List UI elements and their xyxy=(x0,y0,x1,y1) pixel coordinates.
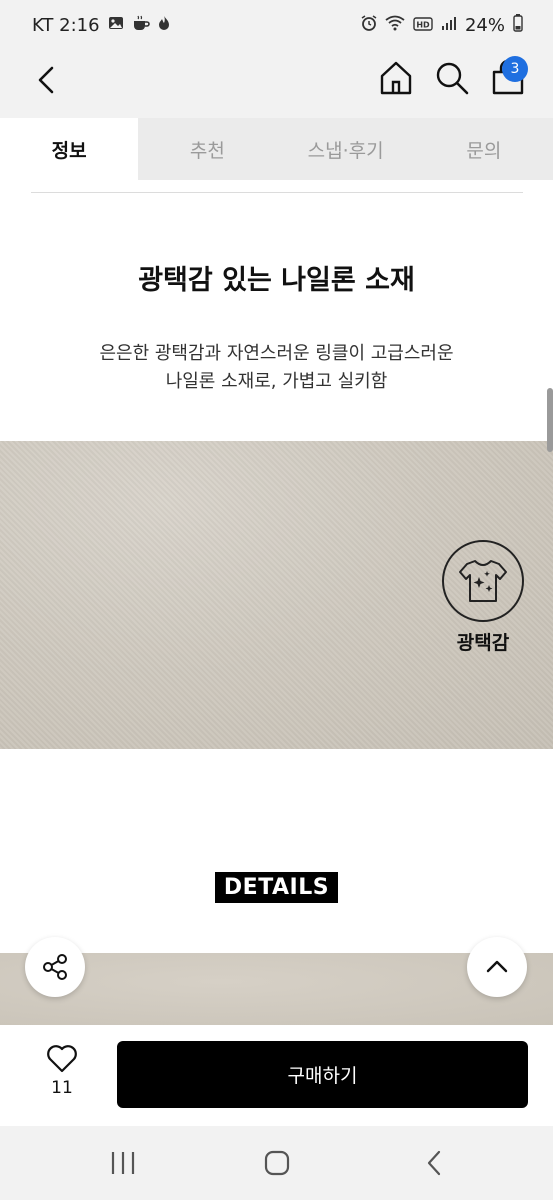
like-button[interactable]: 11 xyxy=(36,1044,88,1104)
carrier-time: KT 2:16 xyxy=(32,14,100,36)
search-icon xyxy=(436,62,469,95)
scroll-to-top-button[interactable] xyxy=(467,937,527,997)
system-back-button[interactable] xyxy=(420,1149,448,1177)
description-line-1: 은은한 광택감과 자연스러운 링클이 고급스러운 xyxy=(99,343,454,364)
hd-icon: HD xyxy=(413,16,433,35)
share-button[interactable] xyxy=(25,937,85,997)
recent-apps-button[interactable] xyxy=(108,1150,138,1176)
tab-inquiry[interactable]: 문의 xyxy=(415,118,553,180)
back-button[interactable] xyxy=(26,60,66,100)
home-icon xyxy=(380,61,412,95)
app-header xyxy=(0,50,553,118)
system-back-icon xyxy=(427,1150,441,1176)
flame-icon xyxy=(158,15,170,35)
status-bar: KT 2:16 HD 24% xyxy=(0,0,553,50)
status-left: KT 2:16 xyxy=(32,15,170,36)
description-line-2: 나일론 소재로, 가볍고 실키함 xyxy=(165,371,388,392)
back-arrow-icon xyxy=(38,66,54,94)
tab-info[interactable]: 정보 xyxy=(0,118,139,180)
alarm-icon xyxy=(361,15,377,35)
tab-recommend[interactable]: 추천 xyxy=(138,118,276,180)
chevron-up-icon xyxy=(486,960,508,973)
feature-headline: 광택감 있는 나일론 소재 xyxy=(138,265,415,296)
battery-percent: 24% xyxy=(464,14,505,36)
sheen-badge xyxy=(442,540,524,622)
battery-icon xyxy=(513,14,523,36)
share-icon xyxy=(43,954,67,980)
wifi-icon xyxy=(385,15,405,35)
feature-description: 은은한 광택감과 자연스러운 링클이 고급스러운 나일론 소재로, 가볍고 실키… xyxy=(0,340,553,396)
buy-button[interactable]: 구매하기 xyxy=(117,1041,528,1108)
recents-icon xyxy=(111,1152,135,1174)
gallery-icon xyxy=(108,15,124,35)
coffee-icon xyxy=(132,15,150,35)
scrollbar-thumb[interactable] xyxy=(547,388,553,452)
svg-text:HD: HD xyxy=(416,20,430,29)
like-count: 11 xyxy=(51,1078,73,1098)
signal-icon xyxy=(441,15,457,35)
home-button[interactable] xyxy=(376,58,416,98)
product-tabs: 정보 추천 스냅·후기 문의 xyxy=(0,118,553,180)
system-home-button[interactable] xyxy=(262,1149,292,1177)
tab-snap-review[interactable]: 스냅·후기 xyxy=(277,118,415,180)
heart-icon xyxy=(47,1045,77,1073)
details-heading: DETAILS xyxy=(215,872,338,903)
status-right: HD 24% xyxy=(361,14,523,36)
cart-count-badge: 3 xyxy=(502,56,528,82)
section-divider xyxy=(31,192,523,193)
search-button[interactable] xyxy=(432,58,472,98)
shirt-sparkle-icon xyxy=(459,560,507,602)
system-home-icon xyxy=(264,1150,290,1176)
sheen-badge-label: 광택감 xyxy=(456,632,510,654)
